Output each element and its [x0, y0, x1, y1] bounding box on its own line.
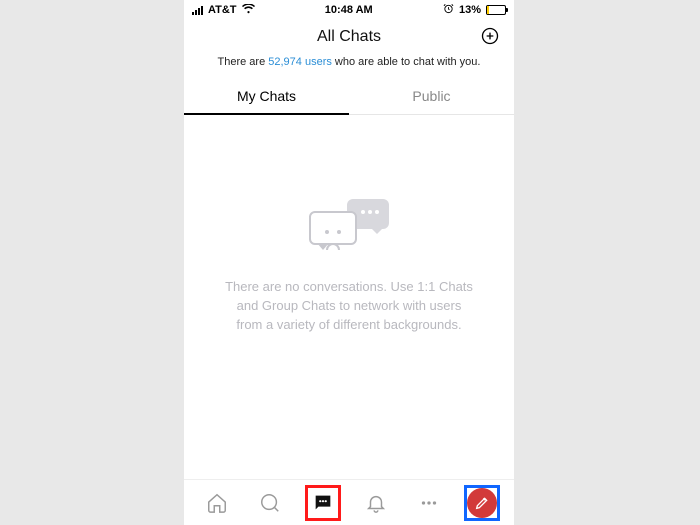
bottom-nav	[184, 479, 514, 525]
nav-notifications[interactable]	[358, 485, 394, 521]
status-right: 13%	[443, 3, 506, 17]
nav-chats[interactable]	[305, 485, 341, 521]
empty-line-3: from a variety of different backgrounds.	[225, 316, 473, 335]
banner-count[interactable]: 52,974 users	[268, 56, 332, 68]
carrier-label: AT&T	[208, 4, 237, 16]
more-icon	[418, 492, 440, 514]
new-chat-button[interactable]	[480, 26, 500, 46]
nav-more[interactable]	[411, 485, 447, 521]
wifi-icon	[242, 3, 255, 17]
search-icon	[259, 492, 281, 514]
chat-icon	[312, 492, 334, 514]
nav-search[interactable]	[252, 485, 288, 521]
compose-icon	[467, 488, 497, 518]
nav-home[interactable]	[199, 485, 235, 521]
chat-bubble-sad-icon	[309, 211, 357, 245]
battery-icon	[486, 5, 506, 15]
page-header: All Chats	[184, 20, 514, 52]
empty-illustration	[309, 199, 389, 254]
banner-suffix: who are able to chat with you.	[332, 56, 481, 68]
user-count-banner: There are 52,974 users who are able to c…	[184, 52, 514, 78]
bell-icon	[365, 492, 387, 514]
empty-line-1: There are no conversations. Use 1:1 Chat…	[225, 278, 473, 297]
alarm-icon	[443, 3, 454, 17]
status-left: AT&T	[192, 3, 255, 17]
status-time: 10:48 AM	[325, 4, 373, 16]
signal-icon	[192, 6, 203, 15]
page-title: All Chats	[184, 28, 514, 46]
empty-state-text: There are no conversations. Use 1:1 Chat…	[225, 278, 473, 335]
home-icon	[206, 492, 228, 514]
empty-state: There are no conversations. Use 1:1 Chat…	[184, 85, 514, 449]
banner-prefix: There are	[218, 56, 269, 68]
battery-pct: 13%	[459, 4, 481, 16]
status-bar: AT&T 10:48 AM 13%	[184, 0, 514, 20]
phone-frame: AT&T 10:48 AM 13% All Chats There are 52…	[184, 0, 514, 525]
nav-compose[interactable]	[464, 485, 500, 521]
empty-line-2: and Group Chats to network with users	[225, 297, 473, 316]
